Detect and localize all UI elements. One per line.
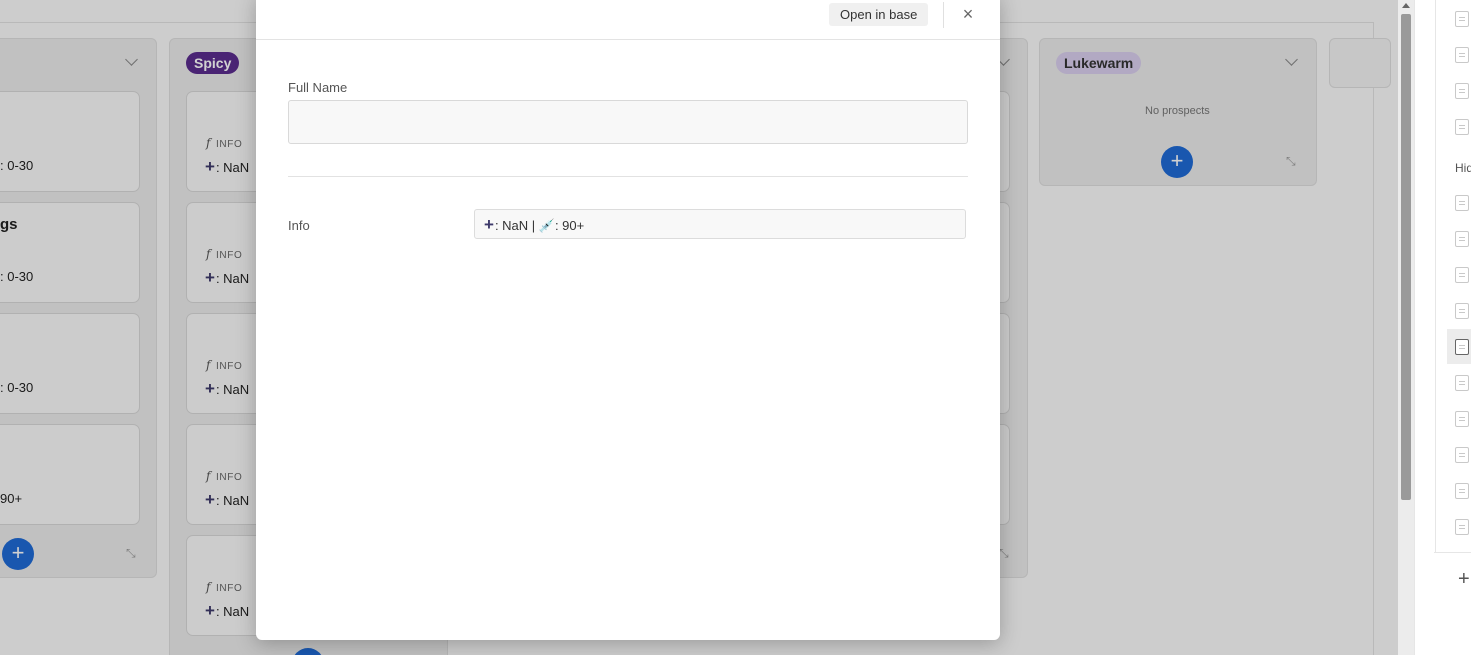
modal-divider xyxy=(288,176,968,177)
document-icon[interactable] xyxy=(1455,267,1469,283)
sidebar-bottom-divider xyxy=(1434,552,1471,553)
document-icon[interactable] xyxy=(1455,231,1469,247)
document-icon[interactable] xyxy=(1455,119,1469,135)
record-modal: Open in base × Full Name Info +: NaN | 💉… xyxy=(256,0,1000,640)
document-icon[interactable] xyxy=(1455,483,1469,499)
scrollbar-thumb[interactable] xyxy=(1401,14,1411,500)
modal-header: Open in base × xyxy=(256,0,1000,40)
info-value: : NaN | 💉: 90+ xyxy=(494,218,585,233)
header-divider xyxy=(943,2,944,28)
close-icon[interactable]: × xyxy=(957,3,979,25)
info-field: +: NaN | 💉: 90+ xyxy=(474,209,966,239)
full-name-field[interactable] xyxy=(288,100,968,144)
plus-icon: + xyxy=(484,215,494,234)
document-icon[interactable] xyxy=(1455,83,1469,99)
document-icon[interactable] xyxy=(1455,11,1469,27)
scroll-up-icon[interactable] xyxy=(1402,3,1410,8)
document-icon[interactable] xyxy=(1455,411,1469,427)
info-label: Info xyxy=(288,218,310,233)
sidebar-divider xyxy=(1435,0,1436,552)
document-icon[interactable] xyxy=(1455,339,1469,355)
document-icon[interactable] xyxy=(1455,303,1469,319)
open-in-base-button[interactable]: Open in base xyxy=(829,3,929,26)
document-icon[interactable] xyxy=(1455,519,1469,535)
sidebar-hidden-label: Hid xyxy=(1455,161,1471,175)
document-icon[interactable] xyxy=(1455,447,1469,463)
sidebar-add-button[interactable]: + xyxy=(1458,568,1470,591)
document-icon[interactable] xyxy=(1455,375,1469,391)
document-icon[interactable] xyxy=(1455,195,1469,211)
full-name-label: Full Name xyxy=(288,80,348,95)
document-icon[interactable] xyxy=(1455,47,1469,63)
